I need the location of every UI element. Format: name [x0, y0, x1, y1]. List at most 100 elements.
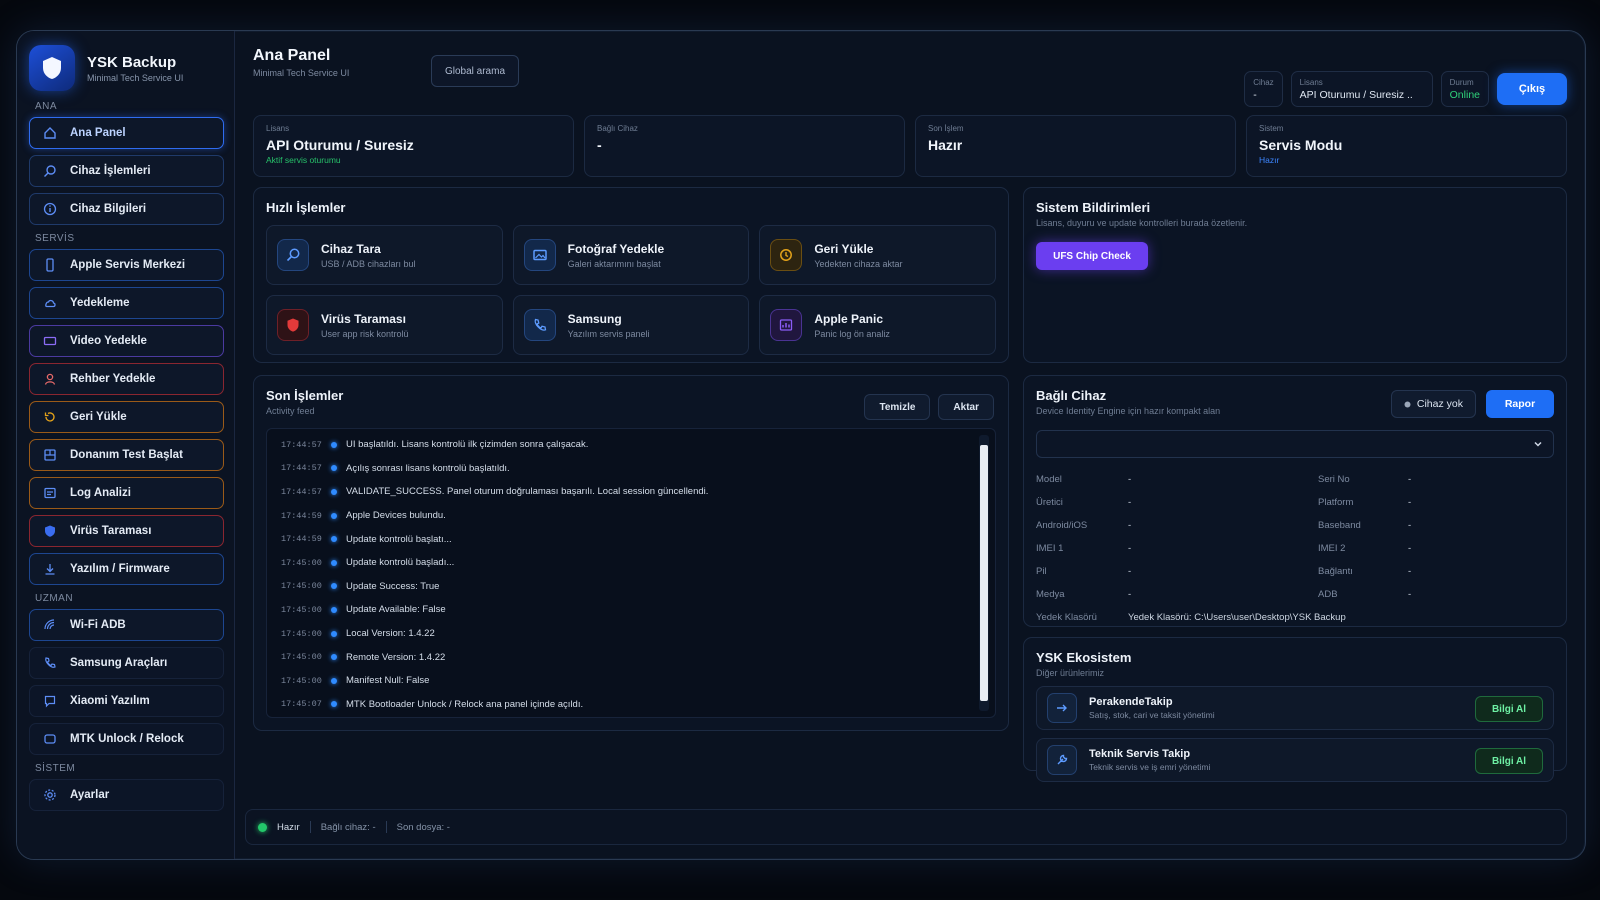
device-value: -: [1128, 497, 1132, 508]
clear-log-button[interactable]: Temizle: [864, 394, 931, 420]
sidebar-item-yedekleme[interactable]: Yedekleme: [29, 287, 224, 319]
report-button[interactable]: Rapor: [1486, 390, 1554, 418]
quick-title: Fotoğraf Yedekle: [567, 241, 665, 256]
divider: [385, 821, 387, 833]
quick-title: Cihaz Tara: [321, 241, 381, 256]
stat-key: Bağlı Cihaz: [597, 124, 638, 133]
device-key: Model: [1036, 474, 1062, 485]
chip-key: Lisans: [1299, 77, 1323, 87]
sidebar-item-rehber-yedekle[interactable]: Rehber Yedekle: [29, 363, 224, 395]
stat-son-islem: Son İşlem Hazır: [915, 115, 1236, 177]
stat-key: Lisans: [266, 124, 290, 133]
cloud-icon: [42, 295, 58, 311]
chip-key: Cihaz: [1253, 77, 1274, 87]
global-search-button[interactable]: Global arama: [431, 55, 519, 87]
device-key: ADB: [1318, 589, 1338, 600]
sidebar-item-apple-servis[interactable]: Apple Servis Merkezi: [29, 249, 224, 281]
chip-lisans: Lisans API Oturumu / Suresiz ..: [1290, 71, 1433, 107]
shield-icon: [277, 309, 309, 341]
quick-title: Geri Yükle: [814, 241, 874, 256]
quick-title: Virüs Taraması: [321, 311, 406, 326]
home-icon: [42, 125, 58, 141]
logout-button[interactable]: Çıkış: [1497, 73, 1567, 105]
page-title: Ana Panel: [253, 47, 331, 64]
log-time: 17:45:00: [281, 652, 322, 663]
quick-sub: Panic log ön analiz: [814, 328, 890, 339]
sidebar-item-mtk-unlock[interactable]: MTK Unlock / Relock: [29, 723, 224, 755]
wifi-icon: [42, 617, 58, 633]
sidebar-item-geri-yukle[interactable]: Geri Yükle: [29, 401, 224, 433]
log-icon: [42, 485, 58, 501]
chip-value: API Oturumu / Suresiz ..: [1299, 88, 1413, 101]
sidebar-item-video-yedekle[interactable]: Video Yedekle: [29, 325, 224, 357]
sidebar-item-cihaz-bilgileri[interactable]: Cihaz Bilgileri: [29, 193, 224, 225]
topbar: Ana Panel Minimal Tech Service UI Global…: [253, 31, 1567, 111]
activity-log[interactable]: 17:44:57 UI başlatıldı. Lisans kontrolü i…: [266, 428, 996, 718]
device-key: Platform: [1318, 497, 1354, 508]
sidebar-item-ayarlar[interactable]: Ayarlar: [29, 779, 224, 811]
ecosystem-sub: Diğer ürünlerimiz: [1036, 668, 1105, 678]
sidebar-item-yazilim-firmware[interactable]: Yazılım / Firmware: [29, 553, 224, 585]
restore-icon: [770, 239, 803, 271]
device-select[interactable]: [1036, 430, 1554, 458]
log-row: 17:45:00 Update Success: True: [281, 575, 971, 599]
sidebar-item-donanim-test[interactable]: Donanım Test Başlat: [29, 439, 224, 471]
device-value: -: [1128, 589, 1132, 600]
log-row: 17:45:00 Remote Version: 1.4.22: [281, 645, 971, 669]
stat-lisans: Lisans API Oturumu / Suresiz Aktif servi…: [253, 115, 574, 177]
sidebar-item-cihaz-islemleri[interactable]: Cihaz İşlemleri: [29, 155, 224, 187]
log-dot: [331, 654, 337, 661]
log-dot: [331, 488, 337, 495]
log-message: VALIDATE_SUCCESS. Panel oturum doğrulama…: [346, 486, 709, 498]
quick-geri-yukle[interactable]: Geri Yükle Yedekten cihaza aktar: [759, 225, 996, 285]
section-label-uzman: UZMAN: [35, 593, 74, 604]
chart-icon: [770, 309, 803, 341]
chat-icon: [42, 693, 58, 709]
device-key: IMEI 1: [1036, 543, 1064, 554]
status-last-file: Son dosya: -: [396, 821, 450, 833]
sidebar-item-label: Rehber Yedekle: [70, 373, 156, 385]
log-scroll-thumb[interactable]: [980, 445, 988, 701]
section-label-sistem: SİSTEM: [35, 763, 76, 774]
stat-sub: Aktif servis oturumu: [266, 155, 341, 165]
quick-title: Apple Panic: [814, 311, 884, 326]
quick-actions-panel: Hızlı İşlemler Cihaz Tara USB / ADB ciha…: [253, 187, 1009, 363]
export-log-button[interactable]: Aktar: [938, 394, 994, 420]
gear-icon: [42, 787, 58, 803]
sidebar-item-xiaomi-yazilim[interactable]: Xiaomi Yazılım: [29, 685, 224, 717]
sidebar-item-log-analizi[interactable]: Log Analizi: [29, 477, 224, 509]
quick-sub: Yedekten cihaza aktar: [814, 258, 903, 269]
sidebar-item-ana-panel[interactable]: Ana Panel: [29, 117, 224, 149]
device-panel: Bağlı Cihaz Device Identity Engine için …: [1023, 375, 1567, 627]
sidebar-item-samsung-araclari[interactable]: Samsung Araçları: [29, 647, 224, 679]
divider: [309, 821, 311, 833]
sidebar-item-virus-taramasi[interactable]: Virüs Taraması: [29, 515, 224, 547]
quick-apple-panic[interactable]: Apple Panic Panic log ön analiz: [759, 295, 996, 355]
sidebar-item-label: Video Yedekle: [70, 335, 147, 347]
page-subtitle: Minimal Tech Service UI: [253, 68, 350, 78]
quick-fotograf-yedekle[interactable]: Fotoğraf Yedekle Galeri aktarımını başla…: [512, 225, 750, 285]
device-value: -: [1408, 543, 1412, 554]
device-key: IMEI 2: [1318, 543, 1346, 554]
backup-folder-value: Yedek Klasörü: C:\Users\user\Desktop\YSK…: [1128, 611, 1346, 623]
quick-cihaz-tara[interactable]: Cihaz Tara USB / ADB cihazları bul: [266, 225, 503, 285]
search-icon: [277, 239, 309, 271]
backup-folder-row: Yedek Klasörü Yedek Klasörü: C:\Users\us…: [1036, 606, 1554, 628]
log-scrollbar[interactable]: [979, 435, 989, 711]
ufs-chip-check-button[interactable]: UFS Chip Check: [1036, 242, 1148, 270]
status-online: Online: [1449, 88, 1480, 101]
quick-virus-taramasi[interactable]: Virüs Taraması User app risk kontrolü: [266, 295, 503, 355]
sidebar-item-wifi-adb[interactable]: Wi-Fi ADB: [29, 609, 224, 641]
phone-icon: [42, 257, 58, 273]
device-value: -: [1128, 566, 1132, 577]
bilgi-al-button[interactable]: Bilgi Al: [1475, 696, 1543, 722]
device-key: Pil: [1036, 566, 1047, 577]
device-value: -: [1128, 543, 1132, 554]
bilgi-al-button[interactable]: Bilgi Al: [1475, 748, 1543, 774]
quick-samsung[interactable]: Samsung Yazılım servis paneli: [512, 295, 750, 355]
device-value: -: [1408, 474, 1412, 485]
search-icon: [42, 163, 58, 179]
log-message: Update kontrolü başlatı...: [346, 533, 452, 545]
log-row: 17:45:07 MTK Bootloader Unlock / Relock a…: [281, 693, 971, 717]
log-time: 17:45:00: [281, 557, 322, 568]
